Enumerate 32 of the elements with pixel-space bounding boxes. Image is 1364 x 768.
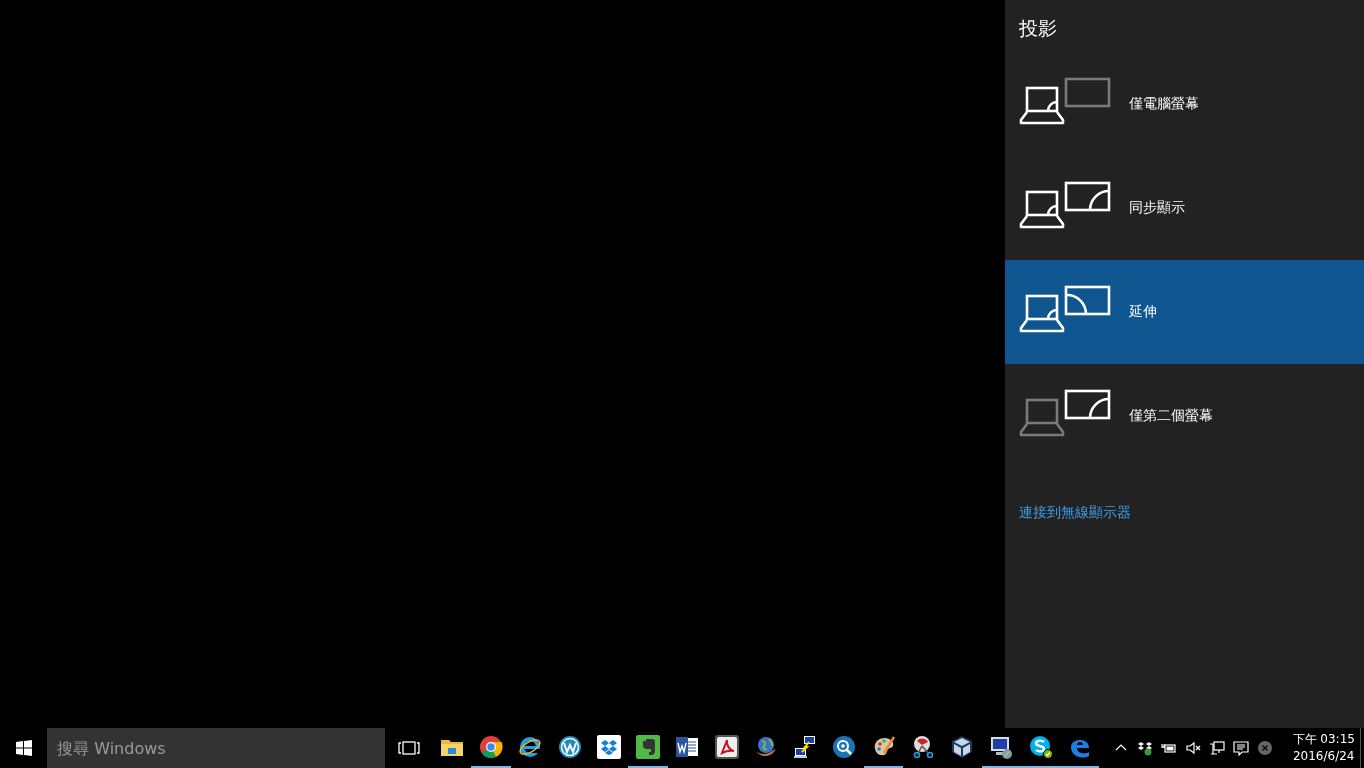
show-desktop-button[interactable]	[1360, 728, 1364, 768]
projection-option[interactable]: 僅第二個螢幕	[1005, 364, 1364, 468]
speaker-muted-icon	[1185, 740, 1202, 756]
wireless-display-link[interactable]: 連接到無線顯示器	[1005, 468, 1145, 522]
task-view-icon	[397, 741, 420, 755]
browser-icon	[479, 735, 504, 759]
document-icon	[675, 735, 700, 759]
pdf-icon	[714, 735, 739, 759]
panel-title: 投影	[1018, 16, 1058, 41]
w-logo-icon	[557, 735, 582, 759]
projection-option[interactable]: 同步顯示	[1005, 156, 1364, 260]
message-icon	[1233, 740, 1250, 756]
magnifier-icon	[832, 735, 857, 759]
projection-icon	[1019, 389, 1111, 437]
close-circle-icon	[1257, 740, 1274, 756]
projection-icon	[1019, 285, 1111, 333]
windows-logo-icon	[15, 740, 32, 756]
cube-icon	[950, 735, 975, 759]
box-icon	[1137, 740, 1154, 756]
network-computers-icon	[793, 735, 818, 759]
search-field[interactable]: 搜尋 Windows	[47, 728, 386, 768]
projection-option[interactable]: 僅電腦螢幕	[1005, 52, 1364, 156]
monitor-icon	[989, 735, 1014, 759]
projection-option[interactable]: 延伸	[1005, 260, 1364, 364]
projection-icon	[1019, 181, 1111, 229]
s-chat-icon	[1028, 735, 1053, 759]
network-monitor-icon	[1209, 740, 1226, 756]
e-browser-icon	[518, 735, 543, 759]
clock-button[interactable]: 下午 03:15 2016/6/24	[1287, 728, 1360, 768]
elephant-icon	[636, 735, 661, 759]
box-icon	[596, 735, 621, 759]
projection-icon	[1019, 77, 1111, 125]
